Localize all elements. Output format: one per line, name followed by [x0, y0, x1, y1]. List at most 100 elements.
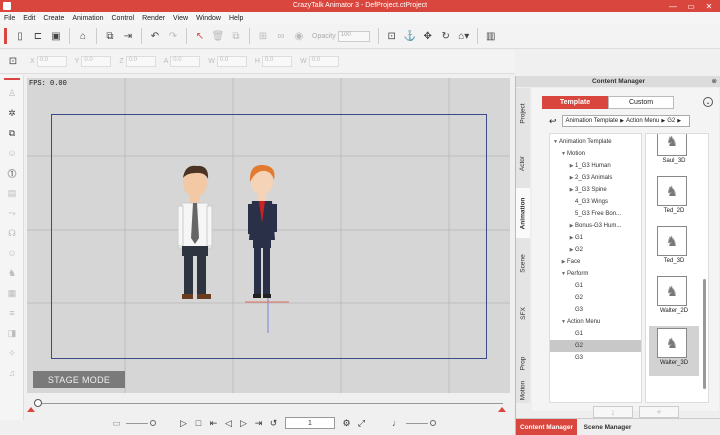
expand-arrow-icon[interactable]: ▶ [568, 175, 575, 181]
y-field[interactable]: 0.0 [81, 56, 112, 67]
tree-item[interactable]: G2 [550, 340, 641, 352]
timeline-knob[interactable] [34, 399, 42, 407]
menu-render[interactable]: Render [142, 15, 165, 22]
tab-content-manager[interactable]: Content Manager [516, 419, 577, 435]
w2-field[interactable]: 0.0 [308, 56, 339, 67]
face-puppet-icon[interactable]: ☺ [0, 243, 24, 263]
store-icon[interactable]: ⌂ [74, 27, 92, 45]
x-field[interactable]: 0.0 [36, 56, 67, 67]
thumbnail-item[interactable]: ♞ Ted_2D [649, 176, 699, 224]
tab-scene-manager[interactable]: Scene Manager [577, 419, 638, 435]
move-icon[interactable]: ✥ [419, 27, 437, 45]
tree-item[interactable]: ▶ Face [550, 256, 641, 268]
back-icon[interactable]: ↩ [549, 116, 557, 127]
tree-item[interactable]: ▶ G2 [550, 244, 641, 256]
undo-icon[interactable]: ↶ [146, 27, 164, 45]
link-icon[interactable]: ∞ [272, 27, 290, 45]
expand-arrow-icon[interactable]: ▼ [560, 319, 567, 325]
transform-icon[interactable]: ⊡ [4, 53, 22, 71]
redo-icon[interactable]: ↷ [164, 27, 182, 45]
collapse-icon[interactable]: ⌄ [703, 97, 713, 107]
thumbnail-item[interactable]: ♞ Walter_2D [649, 276, 699, 324]
expand-arrow-icon[interactable]: ▼ [560, 271, 567, 277]
tree-item[interactable]: ▶ G1 [550, 232, 641, 244]
tree-item[interactable]: 4_G3 Wings [550, 196, 641, 208]
add-button[interactable]: + [639, 406, 679, 418]
tab-custom[interactable]: Custom [608, 96, 674, 109]
side-tab-animation[interactable]: Animation [516, 188, 530, 238]
new-file-icon[interactable]: ▯ [11, 27, 29, 45]
import-icon[interactable]: ⧉ [101, 27, 119, 45]
side-tab-project[interactable]: Project [516, 88, 530, 138]
settings-gear-icon[interactable]: ⚙ [339, 418, 354, 429]
thumbnail-item[interactable]: ♞ Ted_3D [649, 226, 699, 274]
save-icon[interactable]: ▣ [47, 27, 65, 45]
previous-key-icon[interactable]: ⇤ [206, 418, 221, 429]
minimize-button[interactable]: — [664, 0, 682, 12]
motion-tool-icon[interactable]: ▤ [0, 183, 24, 203]
angle-field[interactable]: 0.0 [170, 56, 201, 67]
align-icon[interactable]: ⊞ [254, 27, 272, 45]
camera-icon[interactable]: ⊡ [383, 27, 401, 45]
menu-animation[interactable]: Animation [72, 15, 103, 22]
camera-tool-icon[interactable]: ◨ [0, 323, 24, 343]
body-puppet-icon[interactable]: ♞ [0, 263, 24, 283]
loop-icon[interactable]: ↺ [266, 418, 281, 429]
delete-icon[interactable]: 🗑 [209, 27, 227, 45]
anchor-icon[interactable]: ⚓ [401, 27, 419, 45]
tree-item[interactable]: G3 [550, 352, 641, 364]
expand-arrow-icon[interactable]: ▼ [560, 151, 567, 157]
path-tool-icon[interactable]: ⤳ [0, 203, 24, 223]
timeline-icon[interactable]: ▥ [482, 27, 500, 45]
rotate-icon[interactable]: ↻ [437, 27, 455, 45]
face-tool-icon[interactable]: ☺ [0, 143, 24, 163]
current-frame-field[interactable]: 1 [285, 417, 335, 429]
character-male[interactable] [177, 165, 213, 299]
expand-arrow-icon[interactable]: ▶ [568, 223, 575, 229]
duplicate-icon[interactable]: ⧉ [227, 27, 245, 45]
character-female[interactable] [248, 164, 277, 298]
tree-item[interactable]: ▼ Perform [550, 268, 641, 280]
side-tab-sfx[interactable]: SFX [516, 288, 530, 338]
play-icon[interactable]: ▷ [176, 418, 191, 429]
side-tab-scene[interactable]: Scene [516, 238, 530, 288]
volume-icon[interactable]: ♩ [389, 418, 404, 428]
close-button[interactable]: ✕ [700, 0, 718, 12]
tree-item[interactable]: ▼ Animation Template [550, 136, 641, 148]
stop-icon[interactable]: □ [191, 418, 206, 428]
tree-item[interactable]: ▶ Bonus-G3 Hum... [550, 220, 641, 232]
zoom-icon[interactable]: ▭ [109, 418, 124, 429]
menu-help[interactable]: Help [229, 15, 243, 22]
apply-down-button[interactable]: ↓ [593, 406, 633, 418]
panel-close-icon[interactable]: ⊗ [712, 76, 717, 87]
z-field[interactable]: 0.0 [125, 56, 156, 67]
width-field[interactable]: 0.0 [216, 56, 247, 67]
pose-tool-icon[interactable]: ✲ [0, 103, 24, 123]
tree-item[interactable]: ▶ 3_G3 Spine [550, 184, 641, 196]
tree-item[interactable]: ▼ Motion [550, 148, 641, 160]
visibility-icon[interactable]: ◉ [290, 27, 308, 45]
tree-item[interactable]: G3 [550, 304, 641, 316]
lip-sync-icon[interactable]: ☊ [0, 223, 24, 243]
render-icon[interactable]: ▦ [0, 283, 24, 303]
tree-item[interactable]: ▼ Action Menu [550, 316, 641, 328]
next-key-icon[interactable]: ⇥ [251, 418, 266, 429]
menu-edit[interactable]: Edit [23, 15, 35, 22]
side-tab-motion[interactable]: Motion [516, 378, 530, 403]
thumbnail-item[interactable]: ♞ Walter_3D [649, 326, 699, 376]
light-icon[interactable]: ✧ [0, 343, 24, 363]
menu-create[interactable]: Create [43, 15, 64, 22]
tab-template[interactable]: Template [542, 96, 608, 109]
thumbnail-item[interactable]: ♞ Saul_3D [649, 134, 699, 174]
tree-item[interactable]: G1 [550, 328, 641, 340]
home-view-icon[interactable]: ⌂▾ [455, 27, 473, 45]
open-folder-icon[interactable]: ⊏ [29, 27, 47, 45]
expand-arrow-icon[interactable]: ▶ [568, 163, 575, 169]
volume-knob[interactable] [430, 420, 436, 426]
breadcrumb[interactable]: Animation Template ▶ Action Menu ▶ G2 ▶ [561, 115, 690, 127]
export-icon[interactable]: ⇥ [119, 27, 137, 45]
tree-item[interactable]: ▶ 2_G3 Animals [550, 172, 641, 184]
layer-icon[interactable]: ≡ [0, 303, 24, 323]
tree-item[interactable]: 5_G3 Free Bon... [550, 208, 641, 220]
menu-view[interactable]: View [173, 15, 188, 22]
